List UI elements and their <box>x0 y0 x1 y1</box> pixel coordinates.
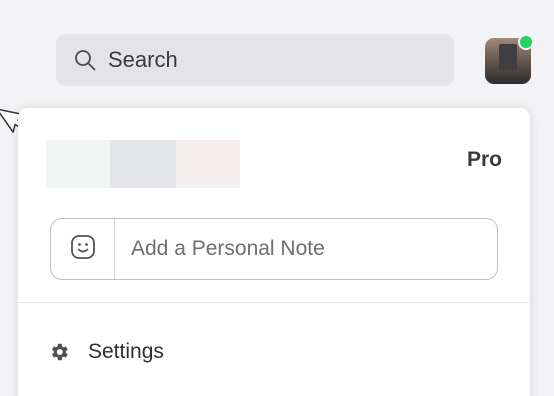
redacted-profile-info <box>176 140 240 188</box>
online-status-indicator <box>518 34 534 50</box>
emoji-picker-button[interactable] <box>51 219 115 279</box>
top-bar: Search <box>0 0 554 110</box>
gear-icon <box>48 341 70 363</box>
redacted-profile-info <box>46 140 110 188</box>
plan-badge: Pro <box>466 148 502 171</box>
profile-dropdown-menu: Pro Add a Personal Note Settings <box>18 108 530 396</box>
search-button[interactable]: Search <box>56 34 454 86</box>
search-label: Search <box>108 47 178 72</box>
menu-divider <box>18 302 530 303</box>
redacted-profile-info <box>110 140 176 188</box>
smiley-icon <box>70 234 96 265</box>
personal-note-placeholder[interactable]: Add a Personal Note <box>115 237 325 261</box>
search-icon <box>74 49 96 71</box>
profile-header: Pro <box>46 140 502 188</box>
avatar-button[interactable] <box>485 34 534 84</box>
menu-item-settings[interactable]: Settings <box>48 334 164 370</box>
app-window: Search Pro Add a Personal Note Settings <box>0 0 554 396</box>
menu-item-label: Settings <box>88 340 164 363</box>
personal-note-field[interactable]: Add a Personal Note <box>50 218 498 280</box>
